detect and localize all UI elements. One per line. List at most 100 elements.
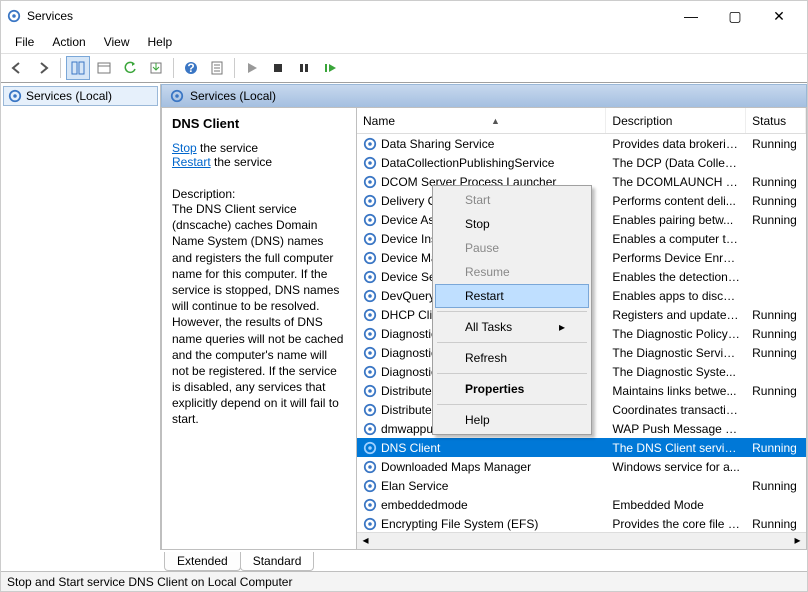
service-desc: The Diagnostic Service... — [606, 346, 746, 360]
gear-icon — [363, 137, 377, 151]
gear-icon — [363, 479, 377, 493]
tab-extended[interactable]: Extended — [164, 552, 241, 571]
ctx-help[interactable]: Help — [435, 408, 589, 432]
gear-icon — [363, 289, 377, 303]
stop-link[interactable]: Stop — [172, 141, 197, 155]
maximize-button[interactable]: ▢ — [713, 1, 757, 31]
ctx-resume: Resume — [435, 260, 589, 284]
column-description[interactable]: Description — [606, 108, 746, 133]
service-name: DHCP Clie — [381, 308, 439, 322]
export-list-button[interactable] — [92, 56, 116, 80]
status-bar: Stop and Start service DNS Client on Loc… — [1, 571, 807, 591]
start-service-button[interactable] — [240, 56, 264, 80]
table-row[interactable]: Elan ServiceRunning — [357, 476, 806, 495]
column-status[interactable]: Status — [746, 108, 806, 133]
service-status: Running — [746, 194, 806, 208]
selected-service-name: DNS Client — [172, 116, 346, 131]
service-name: Encrypting File System (EFS) — [381, 517, 538, 531]
tree-item-services-local[interactable]: Services (Local) — [3, 86, 158, 106]
menu-help[interactable]: Help — [140, 33, 181, 51]
service-name: Diagnostic — [381, 327, 437, 341]
service-name: Device Set — [381, 270, 439, 284]
gear-icon — [8, 89, 22, 103]
ctx-all-tasks[interactable]: All Tasks▸ — [435, 315, 589, 339]
service-desc: Provides data brokerin... — [606, 137, 746, 151]
service-desc: The DCP (Data Collect... — [606, 156, 746, 170]
description-text: The DNS Client service (dnscache) caches… — [172, 201, 346, 428]
service-desc: Performs content deli... — [606, 194, 746, 208]
tree-panel: Services (Local) — [1, 84, 161, 550]
forward-button[interactable] — [31, 56, 55, 80]
properties-button[interactable] — [205, 56, 229, 80]
service-name: Diagnostic — [381, 346, 437, 360]
gear-icon — [363, 498, 377, 512]
menu-view[interactable]: View — [96, 33, 138, 51]
export-button[interactable] — [144, 56, 168, 80]
minimize-button[interactable]: — — [669, 1, 713, 31]
gear-icon — [363, 251, 377, 265]
table-row[interactable]: DNS ClientThe DNS Client service...Runni… — [357, 438, 806, 457]
detail-pane: DNS Client Stop the service Restart the … — [162, 108, 357, 549]
column-name[interactable]: Name▲ — [357, 108, 606, 133]
panel-header: Services (Local) — [161, 84, 807, 107]
window-title: Services — [27, 9, 73, 23]
service-desc: Windows service for a... — [606, 460, 746, 474]
list-header: Name▲ Description Status — [357, 108, 806, 134]
tab-standard[interactable]: Standard — [240, 552, 315, 571]
panel-header-label: Services (Local) — [190, 89, 276, 103]
ctx-properties[interactable]: Properties — [435, 377, 589, 401]
service-name: DataCollectionPublishingService — [381, 156, 554, 170]
service-desc: Enables a computer to... — [606, 232, 746, 246]
service-desc: Maintains links betwe... — [606, 384, 746, 398]
table-row[interactable]: DataCollectionPublishingService The DCP (… — [357, 153, 806, 172]
gear-icon — [363, 403, 377, 417]
description-label: Description: — [172, 187, 346, 201]
status-text: Stop and Start service DNS Client on Loc… — [7, 575, 292, 589]
tree-item-label: Services (Local) — [26, 89, 112, 103]
service-desc: The DCOMLAUNCH s... — [606, 175, 746, 189]
restart-link[interactable]: Restart — [172, 155, 211, 169]
service-desc: Performs Device Enroll... — [606, 251, 746, 265]
ctx-start: Start — [435, 188, 589, 212]
table-row[interactable]: Data Sharing Service Provides data broker… — [357, 134, 806, 153]
service-desc: WAP Push Message R... — [606, 422, 746, 436]
service-status: Running — [746, 479, 806, 493]
show-hide-tree-button[interactable] — [66, 56, 90, 80]
service-status: Running — [746, 346, 806, 360]
service-desc: Registers and updates ... — [606, 308, 746, 322]
menu-file[interactable]: File — [7, 33, 42, 51]
right-panel: Services (Local) DNS Client Stop the ser… — [161, 84, 807, 550]
menu-action[interactable]: Action — [44, 33, 93, 51]
context-menu: Start Stop Pause Resume Restart All Task… — [432, 185, 592, 435]
ctx-refresh[interactable]: Refresh — [435, 346, 589, 370]
service-name: dmwappu — [381, 422, 433, 436]
service-status: Running — [746, 327, 806, 341]
table-row[interactable]: embeddedmodeEmbedded Mode — [357, 495, 806, 514]
gear-icon — [363, 346, 377, 360]
service-status: Running — [746, 441, 806, 455]
close-button[interactable]: ✕ — [757, 1, 801, 31]
table-row[interactable]: Downloaded Maps Manager Windows service f… — [357, 457, 806, 476]
refresh-button[interactable] — [118, 56, 142, 80]
service-desc: Embedded Mode — [606, 498, 746, 512]
service-name: Data Sharing Service — [381, 137, 494, 151]
service-status: Running — [746, 517, 806, 531]
titlebar: Services — ▢ ✕ — [1, 1, 807, 31]
help-button[interactable]: ? — [179, 56, 203, 80]
ctx-stop[interactable]: Stop — [435, 212, 589, 236]
gear-icon — [363, 194, 377, 208]
ctx-restart[interactable]: Restart — [435, 284, 589, 308]
stop-service-button[interactable] — [266, 56, 290, 80]
service-name: Diagnostic — [381, 365, 437, 379]
service-name: DevQuery — [381, 289, 435, 303]
restart-service-button[interactable] — [318, 56, 342, 80]
back-button[interactable] — [5, 56, 29, 80]
table-row[interactable]: Encrypting File System (EFS)Provides the… — [357, 514, 806, 532]
horizontal-scrollbar[interactable]: ◂▸ — [357, 532, 806, 549]
gear-icon — [363, 175, 377, 189]
pause-service-button[interactable] — [292, 56, 316, 80]
service-name: Downloaded Maps Manager — [381, 460, 531, 474]
view-tabs: Extended Standard — [1, 549, 807, 571]
gear-icon — [363, 213, 377, 227]
gear-icon — [363, 270, 377, 284]
